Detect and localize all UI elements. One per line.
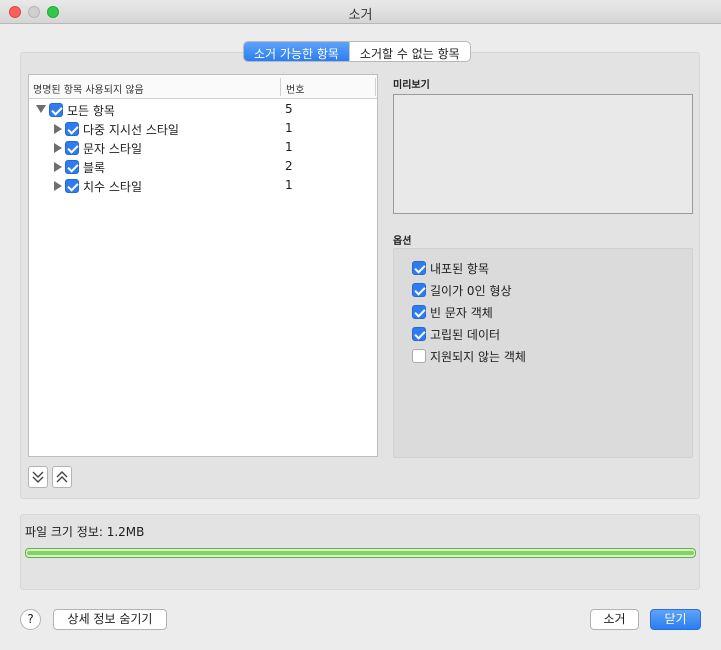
tree-row-label: 블록 bbox=[83, 161, 106, 175]
tree-row-label: 모든 항목 bbox=[67, 104, 115, 118]
disclosure-right-icon[interactable] bbox=[54, 181, 62, 191]
checkbox-dimension-style[interactable] bbox=[65, 179, 79, 193]
tree-row-count: 1 bbox=[285, 140, 293, 154]
column-header-number[interactable]: 번호 bbox=[286, 81, 304, 96]
tree-row-label: 다중 지시선 스타일 bbox=[83, 123, 179, 137]
checkbox-text-style[interactable] bbox=[65, 141, 79, 155]
disclosure-down-icon[interactable] bbox=[36, 105, 46, 113]
items-tree[interactable]: 명명된 항목 사용되지 않음 번호 모든 항목 5 다중 지시선 스타일 1 문… bbox=[28, 74, 378, 457]
option-empty-text-objects[interactable]: 빈 문자 객체 bbox=[412, 304, 672, 322]
close-button[interactable]: 닫기 bbox=[650, 609, 701, 630]
tree-row-text-style[interactable]: 문자 스타일 1 bbox=[29, 139, 369, 157]
tree-row-count: 5 bbox=[285, 102, 293, 116]
option-label: 길이가 0인 형상 bbox=[430, 284, 512, 298]
column-divider bbox=[375, 78, 376, 96]
tree-row-count: 1 bbox=[285, 121, 293, 135]
title-bar: 소거 bbox=[0, 0, 721, 24]
help-button[interactable]: ? bbox=[20, 609, 41, 630]
option-label: 내포된 항목 bbox=[430, 262, 490, 276]
options-label: 옵션 bbox=[393, 236, 412, 247]
tab-purgeable[interactable]: 소거 가능한 항목 bbox=[244, 42, 349, 61]
tab-non-purgeable[interactable]: 소거할 수 없는 항목 bbox=[348, 42, 470, 61]
tree-row-label: 문자 스타일 bbox=[83, 142, 143, 156]
preview-box bbox=[393, 94, 693, 214]
options-panel: 내포된 항목 길이가 0인 형상 빈 문자 객체 고립된 데이터 지원되지 않는… bbox=[393, 248, 693, 458]
checkbox-multileader-style[interactable] bbox=[65, 122, 79, 136]
purge-dialog: 소거 소거 가능한 항목 소거할 수 없는 항목 명명된 항목 사용되지 않음 … bbox=[0, 0, 721, 650]
window-title: 소거 bbox=[348, 8, 373, 23]
tree-row-multileader-style[interactable]: 다중 지시선 스타일 1 bbox=[29, 120, 369, 138]
option-label: 지원되지 않는 객체 bbox=[430, 350, 526, 364]
option-label: 고립된 데이터 bbox=[430, 328, 501, 342]
tab-switch: 소거 가능한 항목 소거할 수 없는 항목 bbox=[243, 41, 471, 62]
disclosure-right-icon[interactable] bbox=[54, 124, 62, 134]
disclosure-right-icon[interactable] bbox=[54, 143, 62, 153]
hide-details-button[interactable]: 상세 정보 숨기기 bbox=[53, 609, 167, 630]
file-size-info: 파일 크기 정보: 1.2MB bbox=[25, 525, 145, 539]
tree-row-count: 2 bbox=[285, 159, 293, 173]
option-orphaned-data[interactable]: 고립된 데이터 bbox=[412, 326, 672, 344]
checkbox-zero-length-geometry[interactable] bbox=[412, 283, 426, 297]
checkbox-block[interactable] bbox=[65, 160, 79, 174]
double-chevron-up-icon bbox=[56, 471, 68, 483]
tree-row-all[interactable]: 모든 항목 5 bbox=[29, 101, 369, 119]
option-label: 빈 문자 객체 bbox=[430, 306, 493, 320]
tree-row-label: 치수 스타일 bbox=[83, 180, 143, 194]
option-zero-length-geometry[interactable]: 길이가 0인 형상 bbox=[412, 282, 672, 300]
tree-row-dimension-style[interactable]: 치수 스타일 1 bbox=[29, 177, 369, 195]
double-chevron-down-icon bbox=[32, 471, 44, 483]
preview-label: 미리보기 bbox=[393, 80, 430, 91]
progress-fill bbox=[27, 551, 694, 555]
purge-button[interactable]: 소거 bbox=[590, 609, 639, 630]
disclosure-right-icon[interactable] bbox=[54, 162, 62, 172]
file-size-progress-bar bbox=[25, 548, 696, 558]
checkbox-all-items[interactable] bbox=[49, 103, 63, 117]
option-unsupported-objects[interactable]: 지원되지 않는 객체 bbox=[412, 348, 672, 366]
tree-row-count: 1 bbox=[285, 178, 293, 192]
tree-row-block[interactable]: 블록 2 bbox=[29, 158, 369, 176]
checkbox-empty-text-objects[interactable] bbox=[412, 305, 426, 319]
collapse-all-button[interactable] bbox=[52, 466, 72, 488]
column-header-name[interactable]: 명명된 항목 사용되지 않음 bbox=[33, 81, 144, 96]
checkbox-unsupported-objects[interactable] bbox=[412, 349, 426, 363]
option-nested-items[interactable]: 내포된 항목 bbox=[412, 260, 672, 278]
tree-header: 명명된 항목 사용되지 않음 번호 bbox=[29, 75, 377, 99]
expand-all-button[interactable] bbox=[28, 466, 48, 488]
column-divider bbox=[280, 78, 281, 96]
checkbox-nested-items[interactable] bbox=[412, 261, 426, 275]
checkbox-orphaned-data[interactable] bbox=[412, 327, 426, 341]
